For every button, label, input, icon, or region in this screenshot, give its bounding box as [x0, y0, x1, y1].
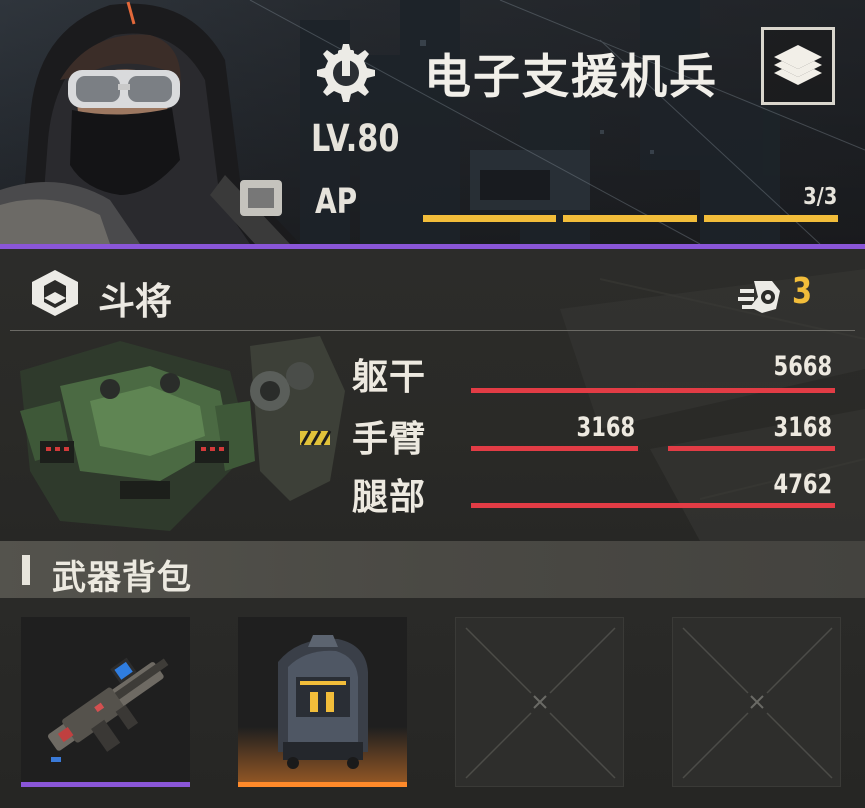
hp-value-left-arm: 3168: [576, 412, 635, 443]
mech-class-name: 斗将: [98, 280, 172, 323]
ap-label: AP: [315, 182, 358, 222]
rarity-bar-purple: [21, 782, 190, 787]
mech-class-icon: [32, 270, 78, 316]
weapons-header: 武器背包: [0, 541, 865, 598]
hp-bar-legs: [471, 503, 835, 508]
hp-value-legs: 4762: [773, 469, 832, 500]
layers-button[interactable]: [761, 27, 835, 105]
part-label-torso: 躯干: [352, 357, 427, 398]
unit-header: 电子支援机兵 LV.80 AP 3/3: [0, 0, 865, 244]
hp-bar-torso: [471, 388, 835, 393]
pilot-portrait: [0, 1, 300, 244]
mech-panel: 斗将 3 躯干 5668 手臂 3168 3168 腿部 4762: [0, 249, 865, 541]
unit-level: LV.80: [311, 117, 400, 160]
part-label-legs: 腿部: [352, 477, 427, 518]
ap-value: 3/3: [802, 184, 837, 210]
ap-segment: [563, 215, 697, 222]
empty-slot-icon: [682, 627, 833, 779]
ap-segment: [704, 215, 838, 222]
weapon-slot-empty[interactable]: [455, 617, 624, 787]
weapons-title: 武器背包: [52, 558, 192, 598]
part-label-arms: 手臂: [352, 419, 427, 460]
weapon-slot-empty[interactable]: [672, 617, 841, 787]
title-accent-bar: [22, 555, 30, 585]
rifle-icon: [48, 657, 169, 762]
hp-value-torso: 5668: [773, 351, 832, 382]
empty-slot-icon: [465, 627, 616, 779]
hp-value-right-arm: 3168: [773, 412, 832, 443]
unit-name: 电子支援机兵: [424, 50, 718, 105]
rarity-bar-orange: [238, 782, 407, 787]
backpack-icon: [278, 635, 368, 769]
weapon-slot-rifle[interactable]: [21, 617, 190, 787]
weapon-slot-backpack[interactable]: [238, 617, 407, 787]
wrench-gear-icon: [317, 44, 375, 102]
hp-bar-left-arm: [471, 446, 638, 451]
mech-illustration: [20, 336, 345, 531]
hp-bar-right-arm: [668, 446, 835, 451]
speed-value: 3: [792, 271, 813, 312]
ap-segment: [423, 215, 556, 222]
speed-boot-icon: [738, 281, 780, 313]
layers-icon: [774, 45, 822, 85]
